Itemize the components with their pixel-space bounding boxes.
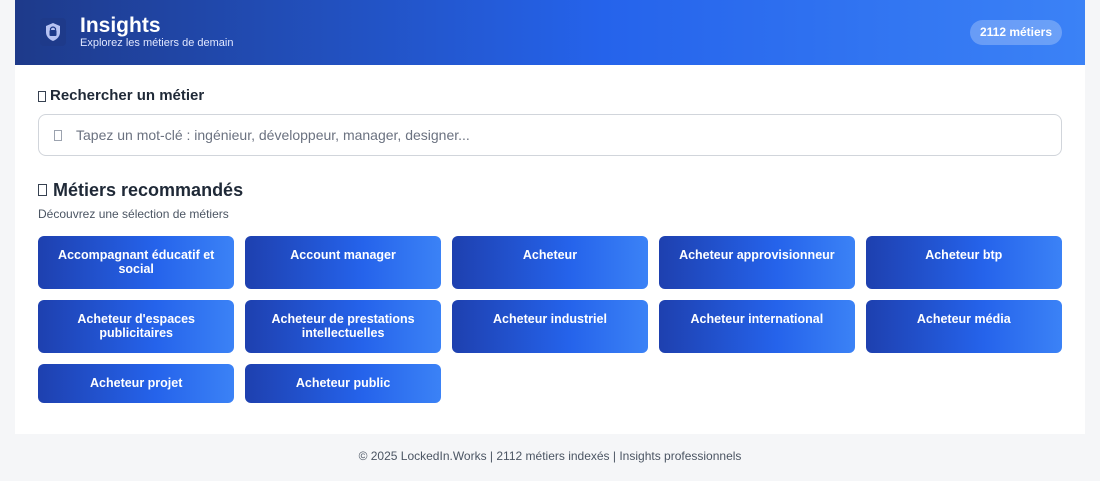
missing-glyph-icon <box>38 184 47 196</box>
job-card[interactable]: Acheteur <box>451 236 649 289</box>
app-title: Insights <box>80 14 161 37</box>
header: Insights Explorez les métiers de demain … <box>15 0 1085 65</box>
search-input[interactable] <box>76 115 1046 155</box>
job-card[interactable]: Accompagnant éducatif et social <box>38 236 235 289</box>
recommended-heading-text: Métiers recommandés <box>53 180 244 200</box>
job-card[interactable]: Acheteur international <box>658 300 856 353</box>
app-subtitle: Explorez les métiers de demain <box>80 37 234 49</box>
job-card[interactable]: Acheteur d'espaces publicitaires <box>38 300 235 353</box>
job-card[interactable]: Acheteur média <box>865 300 1062 353</box>
search-heading-text: Rechercher un métier <box>50 87 205 104</box>
recommended-heading: Métiers recommandés <box>38 179 243 201</box>
jobs-count-badge: 2112 métiers <box>970 20 1062 45</box>
jobs-grid: Accompagnant éducatif et social Account … <box>38 236 1062 404</box>
search-heading: Rechercher un métier <box>38 87 204 105</box>
footer: © 2025 LockedIn.Works | 2112 métiers ind… <box>358 449 742 463</box>
app-container: Insights Explorez les métiers de demain … <box>15 0 1085 434</box>
recommended-subtitle: Découvrez une sélection de métiers <box>38 207 229 221</box>
job-card[interactable]: Acheteur public <box>244 364 442 403</box>
search-icon <box>54 130 62 141</box>
lock-shield-icon <box>40 18 66 46</box>
missing-glyph-icon <box>38 90 46 102</box>
job-card[interactable]: Acheteur approvisionneur <box>658 236 856 289</box>
search-box[interactable] <box>38 114 1062 156</box>
job-card[interactable]: Acheteur btp <box>865 236 1062 289</box>
job-card[interactable]: Acheteur industriel <box>451 300 649 353</box>
job-card[interactable]: Account manager <box>244 236 442 289</box>
job-card[interactable]: Acheteur projet <box>38 364 235 403</box>
job-card[interactable]: Acheteur de prestations intellectuelles <box>244 300 442 353</box>
